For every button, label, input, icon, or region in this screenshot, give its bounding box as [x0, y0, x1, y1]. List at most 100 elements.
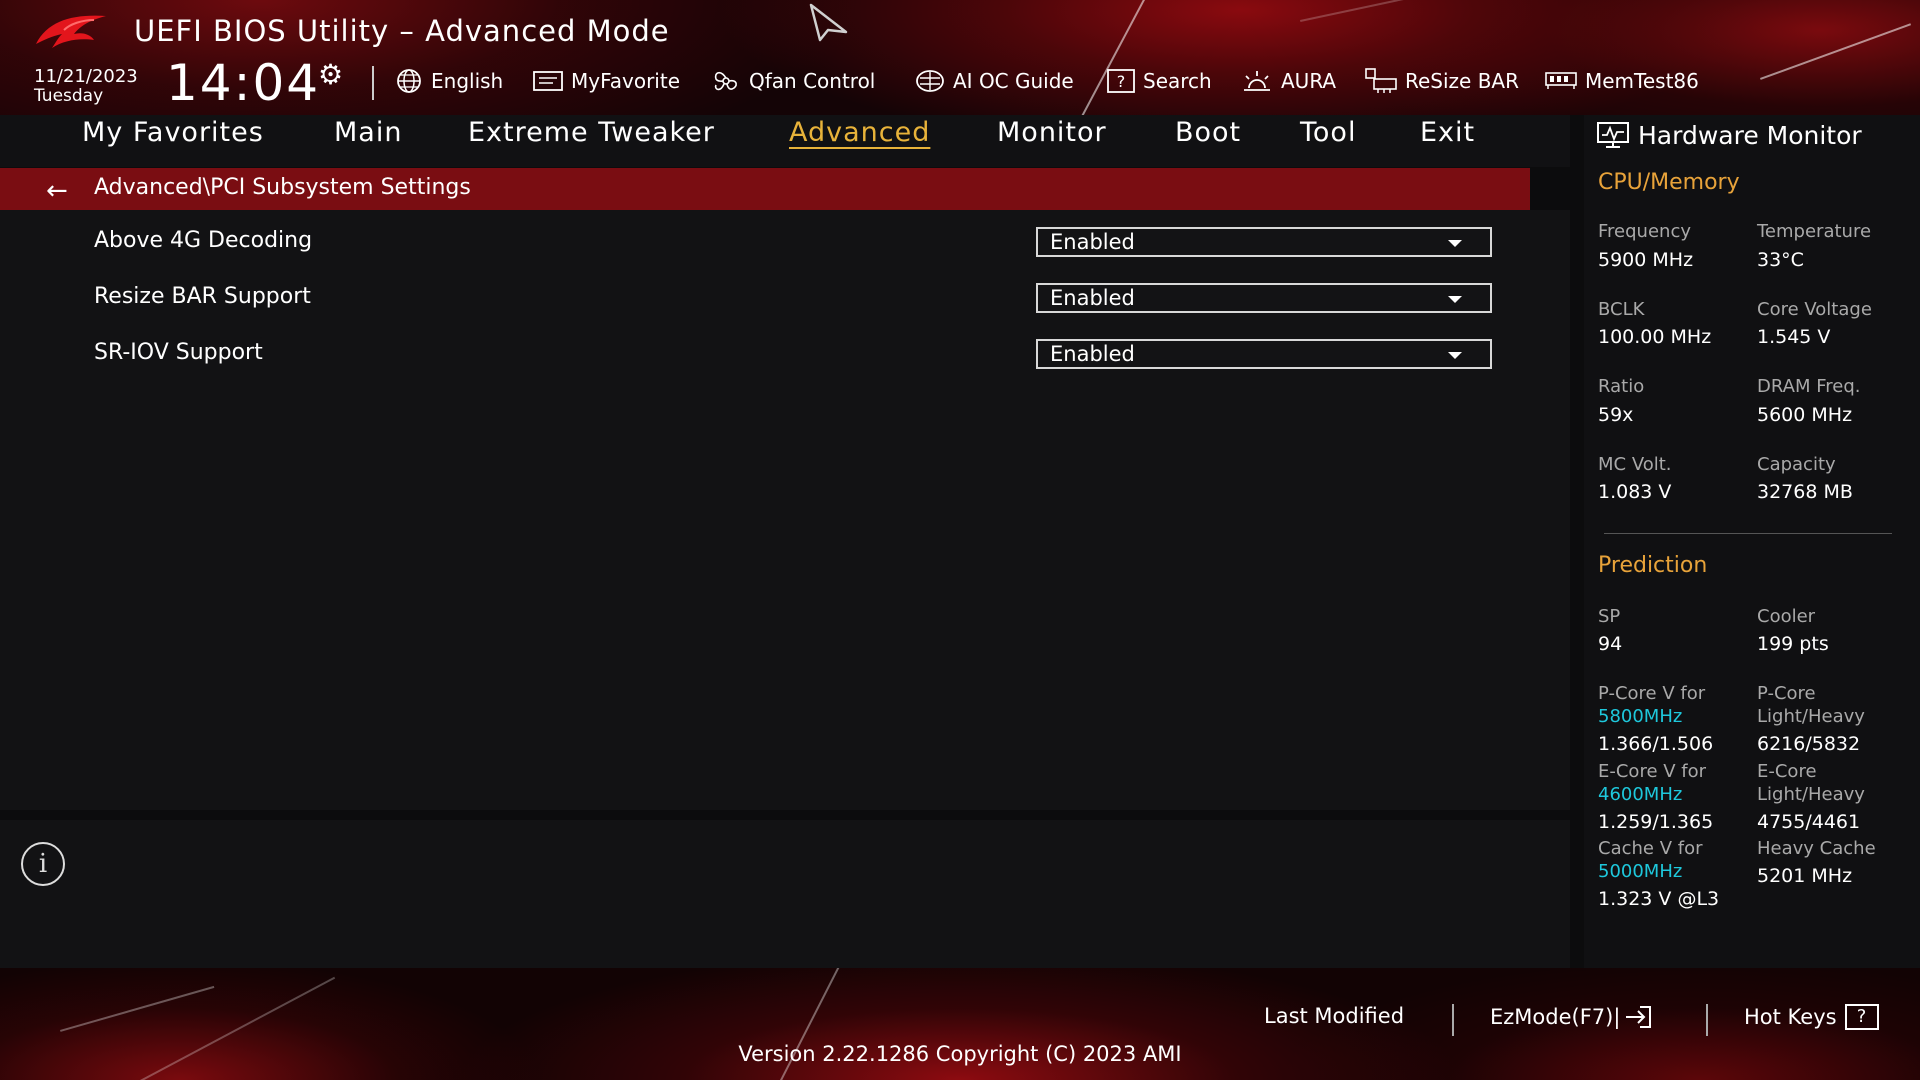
rog-logo-icon — [36, 15, 106, 48]
sp-value: 94 — [1598, 633, 1623, 655]
favorite-icon — [532, 69, 564, 93]
tab-monitor[interactable]: Monitor — [997, 117, 1107, 148]
qfan-control-button[interactable]: Qfan Control — [710, 66, 875, 96]
language-label: English — [431, 69, 504, 93]
day-display: Tuesday — [34, 86, 104, 106]
mc-volt-value: 1.083 V — [1598, 481, 1672, 503]
monitor-icon — [1597, 122, 1629, 148]
caret-down-icon — [1448, 296, 1462, 303]
last-modified-label: Last Modified — [1264, 1004, 1405, 1028]
resize-bar-label: ReSize BAR — [1405, 69, 1520, 93]
sp-label: SP — [1598, 606, 1621, 627]
dram-freq-value: 5600 MHz — [1757, 404, 1853, 426]
tab-my-favorites[interactable]: My Favorites — [82, 117, 264, 148]
hot-keys-label: Hot Keys — [1744, 1005, 1837, 1029]
ezmode-button[interactable]: EzMode(F7)| — [1490, 1004, 1654, 1030]
sr-iov-support-dropdown[interactable]: Enabled — [1036, 339, 1492, 369]
ezmode-label: EzMode(F7)| — [1490, 1005, 1621, 1029]
capacity-value: 32768 MB — [1757, 481, 1853, 503]
last-modified-button[interactable]: Last Modified — [1264, 1004, 1404, 1028]
ai-guide-icon — [914, 68, 946, 94]
pcore-light-heavy-label: P-Core — [1757, 683, 1816, 704]
tab-tool[interactable]: Tool — [1300, 117, 1356, 148]
heavy-cache-value: 5201 MHz — [1757, 865, 1853, 887]
capacity-label: Capacity — [1757, 454, 1836, 475]
ai-oc-guide-button[interactable]: AI OC Guide — [914, 66, 1074, 96]
resize-bar-button[interactable]: ReSize BAR — [1364, 66, 1519, 96]
tab-exit[interactable]: Exit — [1420, 117, 1475, 148]
version-text: Version 2.22.1286 Copyright (C) 2023 AMI — [738, 1042, 1182, 1066]
ecore-light-heavy-label: E-Core — [1757, 761, 1817, 782]
ratio-label: Ratio — [1598, 376, 1645, 397]
ecore-v-frequency: 4600MHz — [1598, 784, 1683, 805]
dram-freq-label: DRAM Freq. — [1757, 376, 1861, 397]
setting-label-sr-iov-support[interactable]: SR-IOV Support — [94, 340, 263, 365]
memtest86-label: MemTest86 — [1585, 69, 1699, 93]
core-voltage-value: 1.545 V — [1757, 326, 1831, 348]
decorative-streak — [1080, 0, 1148, 115]
ratio-value: 59x — [1598, 404, 1634, 426]
aura-icon — [1240, 68, 1274, 94]
cache-v-frequency: 5000MHz — [1598, 861, 1683, 882]
search-button[interactable]: ? Search — [1106, 66, 1212, 96]
ecore-v-label: E-Core V for — [1598, 761, 1707, 782]
memtest86-button[interactable]: MemTest86 — [1544, 66, 1699, 96]
bclk-value: 100.00 MHz — [1598, 326, 1712, 348]
pcore-v-label: P-Core V for — [1598, 683, 1706, 704]
hardware-monitor-header: Hardware Monitor — [1596, 118, 1862, 152]
app-title: UEFI BIOS Utility – Advanced Mode — [134, 14, 670, 48]
search-label: Search — [1143, 69, 1212, 93]
language-button[interactable]: English — [394, 66, 503, 96]
svg-text:?: ? — [1117, 72, 1126, 91]
pcore-v-frequency: 5800MHz — [1598, 706, 1683, 727]
back-arrow-icon[interactable]: ← — [46, 176, 68, 206]
search-icon: ? — [1106, 68, 1136, 94]
myfavorite-button[interactable]: MyFavorite — [532, 66, 680, 96]
info-icon: i — [21, 842, 65, 886]
prediction-heading: Prediction — [1598, 553, 1708, 578]
resize-bar-icon — [1364, 67, 1398, 95]
ecore-light-heavy-value: 4755/4461 — [1757, 811, 1861, 833]
pcore-light-heavy-value: 6216/5832 — [1757, 733, 1861, 755]
tab-boot[interactable]: Boot — [1175, 117, 1241, 148]
ecore-light-heavy-sublabel: Light/Heavy — [1757, 784, 1865, 805]
aura-button[interactable]: AURA — [1240, 66, 1336, 96]
footer-divider — [1706, 1004, 1708, 1036]
help-info-panel — [0, 820, 1570, 968]
temperature-label: Temperature — [1757, 221, 1872, 242]
cache-v-value: 1.323 V @L3 — [1598, 888, 1720, 910]
date-display: 11/21/2023 — [34, 66, 138, 87]
frequency-value: 5900 MHz — [1598, 249, 1694, 271]
dropdown-value: Enabled — [1050, 342, 1135, 366]
fan-icon — [710, 67, 742, 95]
help-question-icon: ? — [1844, 1004, 1879, 1030]
header-divider — [372, 66, 374, 100]
clock-settings-gear-icon[interactable]: ⚙ — [318, 58, 343, 91]
pcore-light-heavy-sublabel: Light/Heavy — [1757, 706, 1865, 727]
tab-advanced[interactable]: Advanced — [789, 117, 930, 148]
setting-label-resize-bar-support[interactable]: Resize BAR Support — [94, 284, 311, 309]
hot-keys-button[interactable]: Hot Keys ? — [1744, 1004, 1879, 1030]
caret-down-icon — [1448, 240, 1462, 247]
hardware-monitor-title: Hardware Monitor — [1638, 120, 1862, 150]
aura-label: AURA — [1281, 69, 1337, 93]
above-4g-decoding-dropdown[interactable]: Enabled — [1036, 227, 1492, 257]
cooler-label: Cooler — [1757, 606, 1816, 627]
ai-oc-guide-label: AI OC Guide — [953, 69, 1074, 93]
caret-down-icon — [1448, 352, 1462, 359]
myfavorite-label: MyFavorite — [571, 69, 681, 93]
exit-arrow-icon — [1626, 1006, 1652, 1028]
tab-main[interactable]: Main — [334, 117, 402, 148]
dropdown-value: Enabled — [1050, 230, 1135, 254]
setting-label-above-4g-decoding[interactable]: Above 4G Decoding — [94, 228, 312, 253]
dropdown-value: Enabled — [1050, 286, 1135, 310]
resize-bar-support-dropdown[interactable]: Enabled — [1036, 283, 1492, 313]
pcore-v-value: 1.366/1.506 — [1598, 733, 1714, 755]
frequency-label: Frequency — [1598, 221, 1691, 242]
hardware-monitor-divider — [1604, 533, 1892, 534]
tab-extreme-tweaker[interactable]: Extreme Tweaker — [468, 117, 715, 148]
decorative-streak — [1300, 0, 1418, 22]
heavy-cache-label: Heavy Cache — [1757, 838, 1876, 859]
core-voltage-label: Core Voltage — [1757, 299, 1872, 320]
breadcrumb-path: Advanced\PCI Subsystem Settings — [94, 175, 471, 200]
